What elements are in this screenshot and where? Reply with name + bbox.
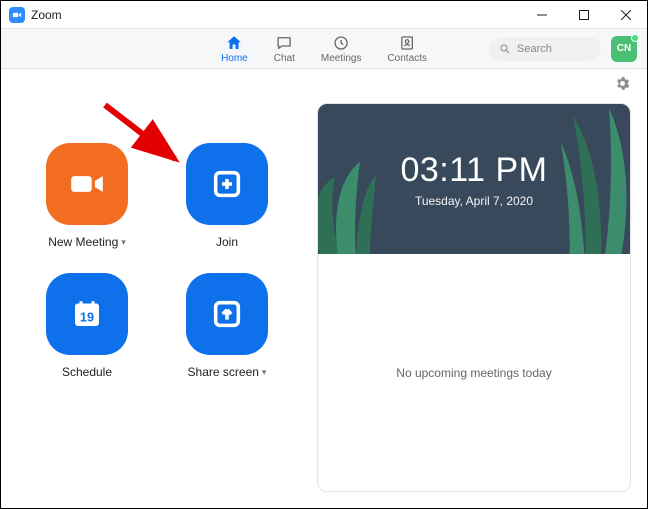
settings-row — [1, 69, 647, 103]
join-label: Join — [216, 235, 238, 249]
contacts-icon — [398, 34, 416, 52]
window-controls — [521, 1, 647, 29]
gear-icon[interactable] — [614, 75, 631, 97]
share-up-icon — [210, 297, 244, 331]
titlebar: Zoom — [1, 1, 647, 29]
clock-section: 03:11 PM Tuesday, April 7, 2020 — [318, 104, 630, 254]
nav-tabs: Home Chat Meetings Contacts — [221, 34, 427, 64]
calendar-panel: 03:11 PM Tuesday, April 7, 2020 No upcom… — [317, 103, 631, 492]
zoom-app-icon — [9, 7, 25, 23]
chevron-down-icon: ▾ — [121, 237, 126, 248]
action-join-col: Join — [177, 143, 277, 249]
avatar[interactable]: CN — [611, 36, 637, 62]
action-schedule-col: 19 Schedule — [37, 273, 137, 379]
action-share-col: Share screen ▾ — [177, 273, 277, 379]
close-button[interactable] — [605, 1, 647, 29]
tab-chat[interactable]: Chat — [274, 34, 295, 64]
upcoming-section: No upcoming meetings today — [318, 254, 630, 491]
actions-panel: New Meeting ▾ Join 19 — [17, 103, 297, 492]
new-meeting-label-row[interactable]: New Meeting ▾ — [48, 235, 126, 249]
plus-icon — [210, 167, 244, 201]
search-placeholder: Search — [517, 43, 552, 55]
chat-icon — [275, 34, 293, 52]
maximize-button[interactable] — [563, 1, 605, 29]
clock-icon — [332, 34, 350, 52]
share-screen-button[interactable] — [186, 273, 268, 355]
minimize-button[interactable] — [521, 1, 563, 29]
app-title: Zoom — [31, 8, 62, 22]
calendar-icon: 19 — [69, 296, 105, 332]
clock-date: Tuesday, April 7, 2020 — [415, 194, 533, 208]
zoom-window: Zoom Home Chat Meetings Contacts — [0, 0, 648, 509]
plant-decoration-icon — [561, 104, 630, 254]
clock-time: 03:11 PM — [400, 151, 547, 190]
tab-meetings-label: Meetings — [321, 53, 362, 64]
action-new-meeting-col: New Meeting ▾ — [37, 143, 137, 249]
titlebar-left: Zoom — [1, 7, 62, 23]
tab-contacts-label: Contacts — [387, 53, 426, 64]
share-screen-label-row[interactable]: Share screen ▾ — [188, 365, 267, 379]
home-icon — [225, 34, 243, 52]
video-icon — [68, 165, 106, 203]
tab-home-label: Home — [221, 53, 248, 64]
avatar-initials: CN — [617, 43, 631, 54]
tab-chat-label: Chat — [274, 53, 295, 64]
tab-contacts[interactable]: Contacts — [387, 34, 426, 64]
tab-meetings[interactable]: Meetings — [321, 34, 362, 64]
main-toolbar: Home Chat Meetings Contacts Search CN — [1, 29, 647, 69]
share-screen-label: Share screen — [188, 365, 259, 379]
schedule-button[interactable]: 19 — [46, 273, 128, 355]
new-meeting-button[interactable] — [46, 143, 128, 225]
search-icon — [499, 43, 511, 55]
status-dot-icon — [631, 34, 639, 42]
tab-home[interactable]: Home — [221, 34, 248, 64]
toolbar-right: Search CN — [489, 36, 647, 62]
svg-text:19: 19 — [80, 310, 94, 325]
schedule-label: Schedule — [62, 365, 112, 379]
main-content: New Meeting ▾ Join 19 — [1, 103, 647, 508]
new-meeting-label: New Meeting — [48, 235, 118, 249]
chevron-down-icon: ▾ — [262, 367, 267, 378]
search-input[interactable]: Search — [489, 37, 601, 61]
join-button[interactable] — [186, 143, 268, 225]
plant-decoration-icon — [318, 147, 380, 254]
upcoming-empty-text: No upcoming meetings today — [396, 366, 551, 380]
